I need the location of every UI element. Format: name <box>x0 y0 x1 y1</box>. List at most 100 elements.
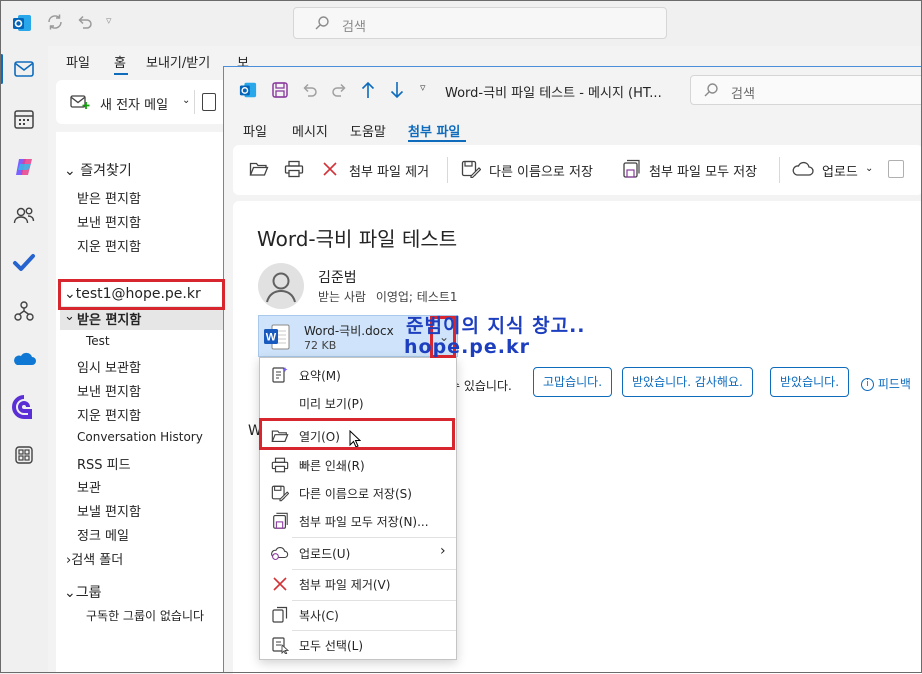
cloud-upload-icon[interactable] <box>792 161 814 177</box>
save-all-icon <box>271 512 289 530</box>
mail-icon[interactable] <box>11 56 37 82</box>
menu-item-quick-print[interactable]: 빠른 인쇄(R) <box>260 451 456 479</box>
watermark-line1: 준범이의 지식 창고.. <box>406 315 586 337</box>
menu-item-copy[interactable]: 복사(C) <box>260 601 456 629</box>
folder-rss[interactable]: RSS 피드 <box>77 454 131 473</box>
undo-icon[interactable] <box>301 81 319 99</box>
previous-item-icon[interactable] <box>360 80 376 100</box>
search-icon <box>703 82 719 98</box>
recipients-label: 받는 사람 <box>318 290 366 304</box>
tab-send-receive[interactable]: 보내기/받기 <box>146 52 210 71</box>
tab-file[interactable]: 파일 <box>66 52 90 71</box>
tab-home[interactable]: 홈 <box>114 52 126 71</box>
menu-item-summary[interactable]: 요약(M) <box>260 361 456 389</box>
folder-fav-deleted[interactable]: 지운 편지함 <box>77 236 141 255</box>
qat-dropdown-icon[interactable]: ▿ <box>420 81 426 94</box>
main-title-bar: ▿ 검색 <box>0 0 922 46</box>
loop-icon[interactable] <box>11 394 37 420</box>
quick-reply-button[interactable]: 받았습니다. <box>770 367 850 397</box>
main-search-box[interactable]: 검색 <box>293 7 667 39</box>
folder-archive[interactable]: 보관 <box>77 477 101 496</box>
menu-item-upload[interactable]: 업로드(U) › <box>260 539 456 567</box>
folder-sent[interactable]: 보낸 편지함 <box>77 381 141 400</box>
apps-icon[interactable] <box>11 442 37 468</box>
word-file-icon: W <box>263 324 291 350</box>
share-icon[interactable] <box>888 160 904 178</box>
remove-attachment-button[interactable]: 첨부 파일 제거 <box>349 161 429 180</box>
copilot-icon[interactable] <box>11 154 37 180</box>
menu-item-remove-label: 첨부 파일 제거(V) <box>299 578 391 592</box>
recipients-value[interactable]: 이영업; 테스트1 <box>376 290 458 304</box>
feedback-link[interactable]: i 피드백 <box>861 375 911 392</box>
calendar-icon[interactable] <box>11 106 37 132</box>
quick-reply-button[interactable]: 고맙습니다. <box>533 367 613 397</box>
chevron-down-icon: ⌄ <box>64 309 75 324</box>
chevron-down-icon: ⌄ <box>64 163 76 179</box>
summary-icon <box>271 366 289 384</box>
tab-message[interactable]: 메시지 <box>292 121 328 140</box>
redo-icon[interactable] <box>330 81 348 99</box>
folder-conversation-history[interactable]: Conversation History <box>77 430 203 444</box>
search-folders-label: 검색 폴더 <box>71 553 124 568</box>
attachment-size: 72 KB <box>304 339 337 352</box>
favorites-header[interactable]: ⌄ 즐겨찾기 <box>64 160 132 180</box>
folder-junk[interactable]: 정크 메일 <box>77 525 129 544</box>
groups-header[interactable]: ⌄그룹 <box>64 582 102 602</box>
menu-item-save-all-label: 첨부 파일 모두 저장(N)... <box>299 515 429 529</box>
printer-icon[interactable] <box>284 160 304 178</box>
qat-dropdown-icon[interactable]: ▿ <box>106 14 112 27</box>
sender-name[interactable]: 김준범 <box>318 267 357 287</box>
todo-icon[interactable] <box>11 250 37 276</box>
nav-rail <box>0 46 48 673</box>
message-ribbon-tabs: 파일 메시지 도움말 첨부 파일 <box>224 115 922 142</box>
save-all-icon[interactable] <box>621 159 641 179</box>
message-subject: Word-극비 파일 테스트 <box>257 227 458 251</box>
avatar <box>258 263 304 309</box>
menu-item-save-as[interactable]: 다른 이름으로 저장(S) <box>260 479 456 507</box>
next-item-icon[interactable] <box>389 80 405 100</box>
sync-icon[interactable] <box>46 13 64 31</box>
folder-fav-inbox[interactable]: 받은 편지함 <box>77 188 141 207</box>
save-as-icon[interactable] <box>461 160 481 178</box>
quick-reply-button[interactable]: 받았습니다. 감사해요. <box>622 367 753 397</box>
watermark-line2: hope.pe.kr <box>404 336 530 358</box>
folder-deleted[interactable]: 지운 편지함 <box>77 405 141 424</box>
feedback-label: 피드백 <box>877 377 911 391</box>
ribbon-divider <box>194 90 195 114</box>
message-title-bar: ▿ Word-극비 파일 테스트 - 메시지 (HT... 검색 <box>224 67 922 111</box>
undo-icon[interactable] <box>76 13 94 31</box>
info-icon: i <box>861 378 874 391</box>
folder-fav-sent[interactable]: 보낸 편지함 <box>77 212 141 231</box>
tab-attachments[interactable]: 첨부 파일 <box>408 121 460 140</box>
tab-file[interactable]: 파일 <box>243 121 267 140</box>
org-icon[interactable] <box>11 298 37 324</box>
onedrive-icon[interactable] <box>11 346 37 372</box>
folder-open-icon[interactable] <box>249 160 269 178</box>
message-search-box[interactable]: 검색 <box>690 75 922 105</box>
upload-button[interactable]: 업로드 <box>822 161 858 180</box>
menu-item-copy-label: 복사(C) <box>299 609 339 623</box>
folder-search-folders[interactable]: ›검색 폴더 <box>66 549 123 568</box>
ribbon-divider <box>447 157 448 183</box>
folder-test[interactable]: Test <box>86 334 110 348</box>
message-window-title: Word-극비 파일 테스트 - 메시지 (HT... <box>445 86 662 101</box>
menu-item-quick-print-label: 빠른 인쇄(R) <box>299 459 365 473</box>
save-as-button[interactable]: 다른 이름으로 저장 <box>489 161 593 180</box>
menu-item-upload-label: 업로드(U) <box>299 547 351 561</box>
delete-icon[interactable] <box>202 93 216 111</box>
menu-item-select-all[interactable]: 모두 선택(L) <box>260 631 456 659</box>
printer-icon <box>271 456 289 474</box>
tab-help[interactable]: 도움말 <box>350 121 386 140</box>
save-icon[interactable] <box>271 81 289 99</box>
folder-outbox[interactable]: 보낼 편지함 <box>77 501 141 520</box>
remove-icon[interactable] <box>321 160 339 178</box>
folder-drafts[interactable]: 임시 보관함 <box>77 357 141 376</box>
people-icon[interactable] <box>11 202 37 228</box>
outlook-logo-icon <box>239 81 257 99</box>
save-all-button[interactable]: 첨부 파일 모두 저장 <box>649 161 757 180</box>
folder-inbox-label: 받은 편지함 <box>77 313 142 328</box>
menu-item-preview[interactable]: 미리 보기(P) <box>260 389 456 417</box>
menu-item-remove[interactable]: 첨부 파일 제거(V) <box>260 570 456 598</box>
menu-item-preview-label: 미리 보기(P) <box>299 397 364 411</box>
menu-item-save-all[interactable]: 첨부 파일 모두 저장(N)... <box>260 507 456 535</box>
